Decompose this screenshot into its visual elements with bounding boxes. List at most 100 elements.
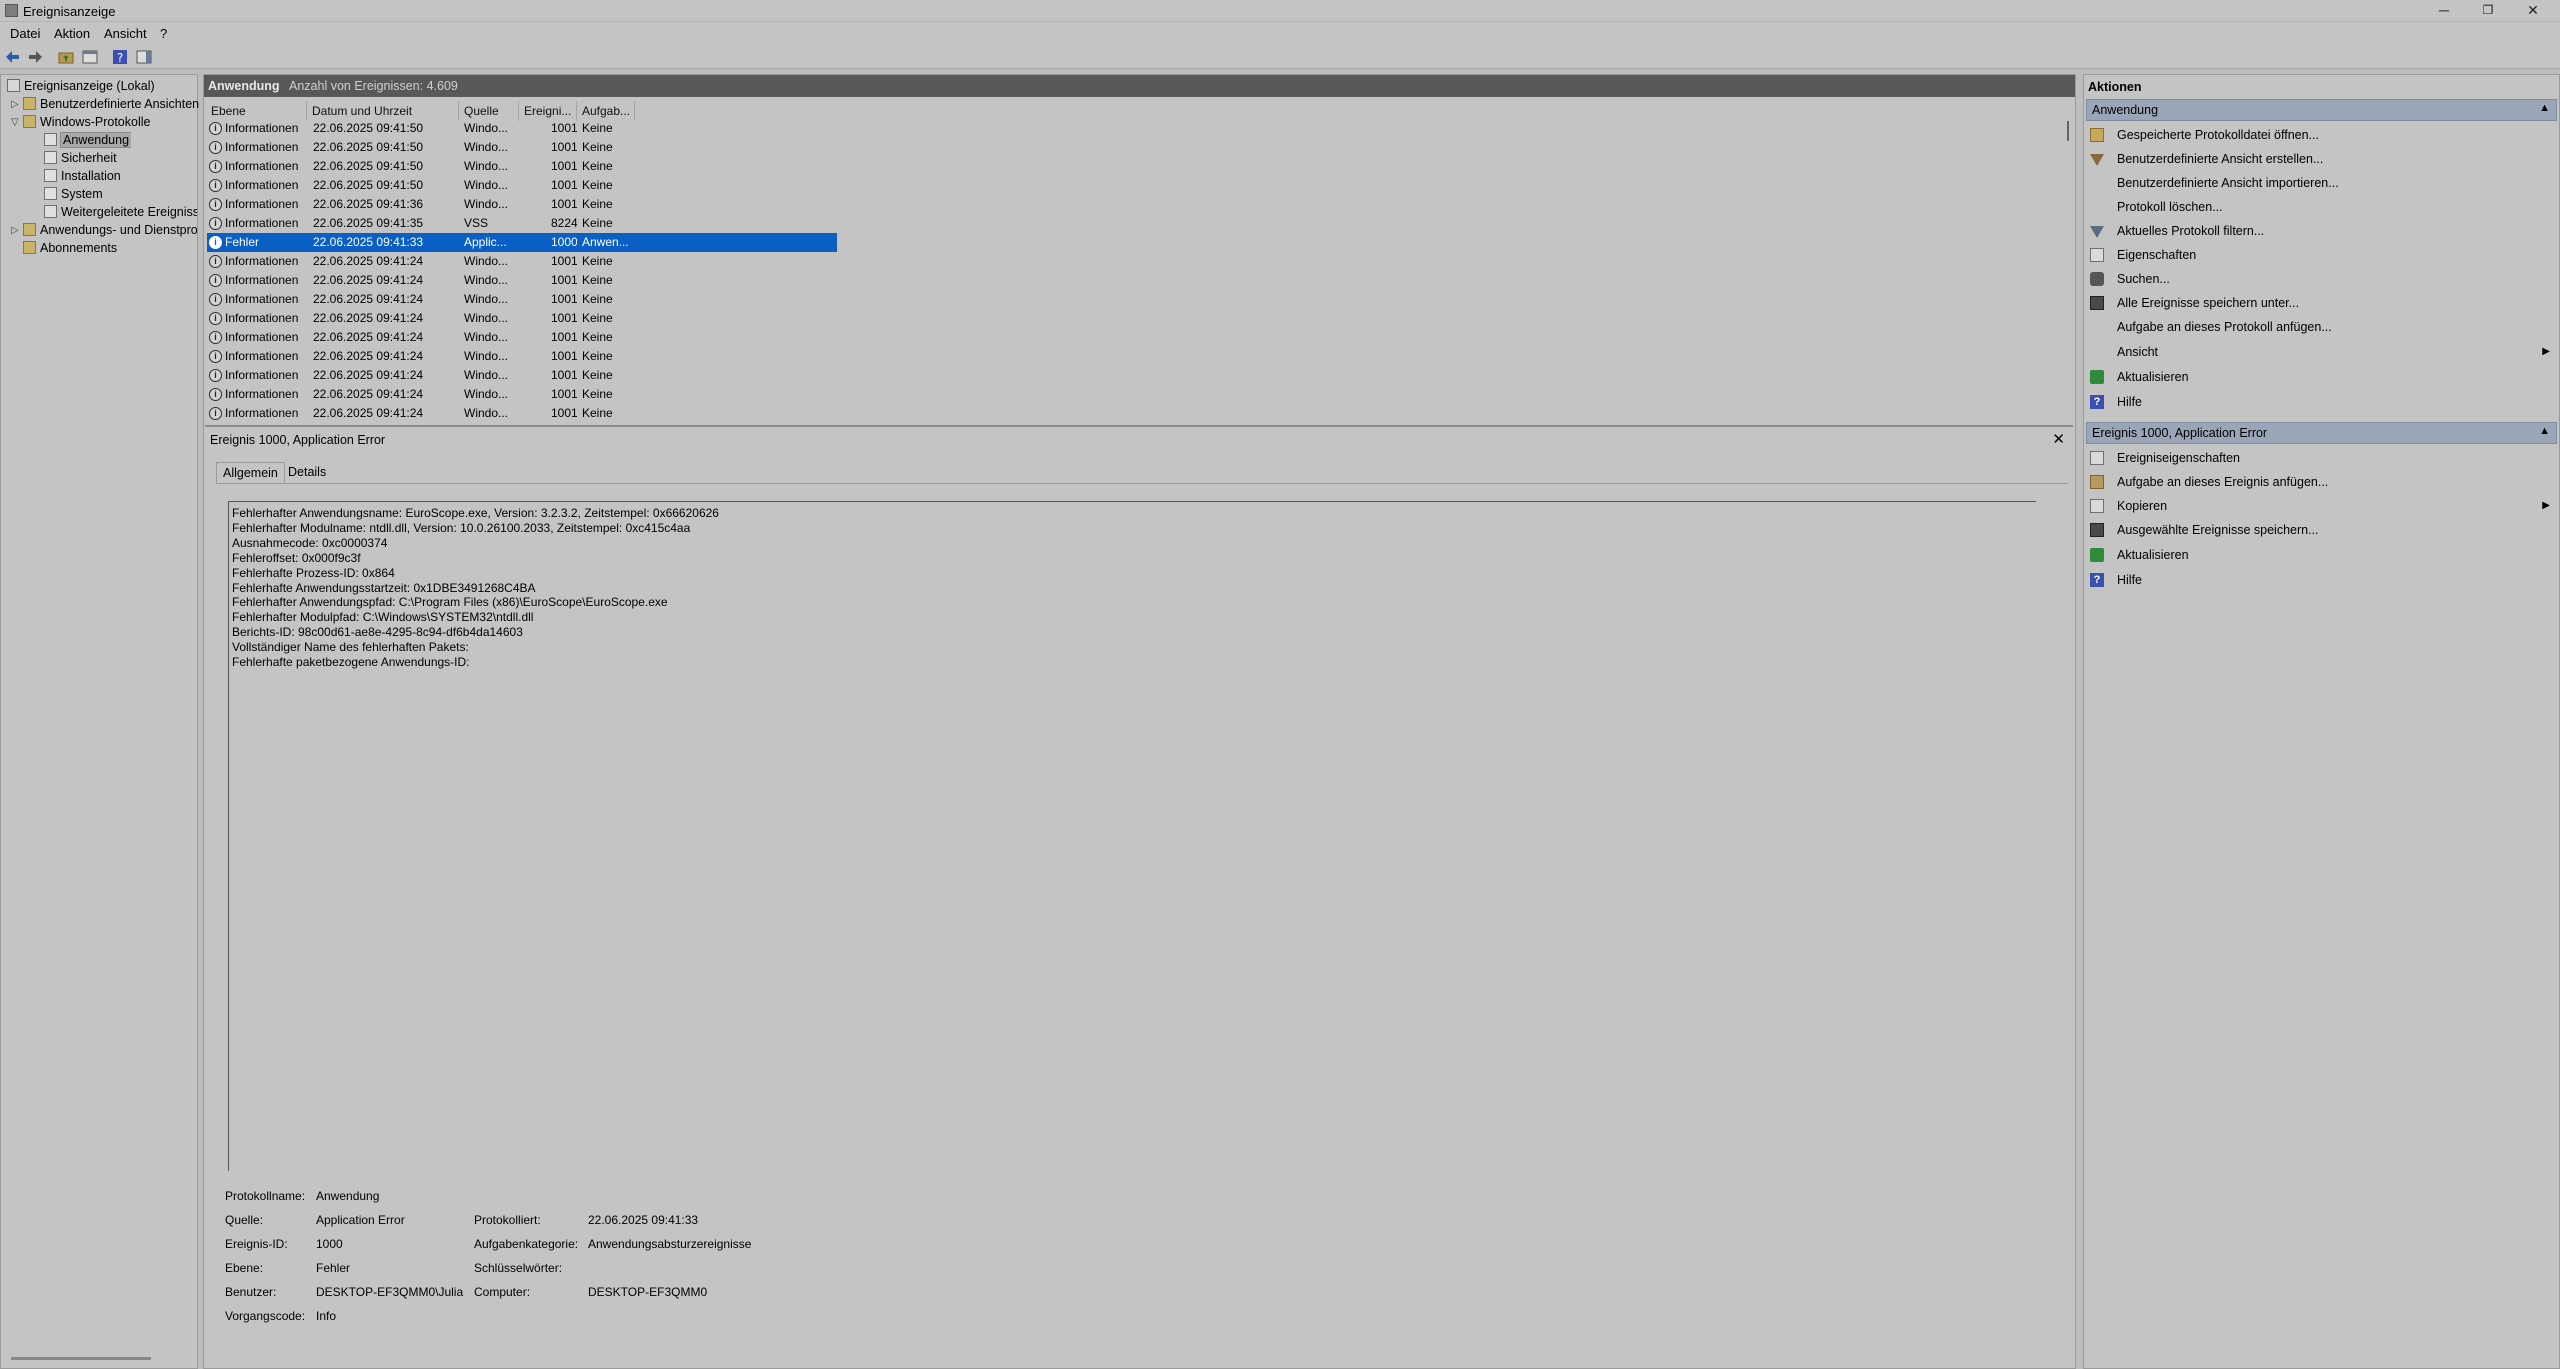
action-filter-current-log[interactable]: Aktuelles Protokoll filtern...: [2088, 221, 2554, 241]
tree-item-sicherheit[interactable]: Sicherheit: [44, 150, 117, 167]
menu-help[interactable]: ?: [160, 26, 167, 41]
forward-arrow-icon[interactable]: [27, 49, 43, 65]
expand-chevron-icon[interactable]: ▷: [11, 99, 19, 110]
action-save-all-events[interactable]: Alle Ereignisse speichern unter...: [2088, 293, 2554, 313]
table-row[interactable]: i Informationen 22.06.2025 09:41:50 Windo..…: [207, 176, 837, 195]
expand-chevron-icon[interactable]: ▷: [11, 225, 19, 236]
cell-date: 22.06.2025 09:41:24: [313, 387, 424, 401]
information-icon: i: [209, 255, 222, 268]
table-row[interactable]: i Informationen 22.06.2025 09:41:24 Windo..…: [207, 271, 837, 290]
cell-source: Windo...: [464, 197, 509, 211]
collapse-caret-icon[interactable]: ▲: [2539, 102, 2550, 114]
table-row[interactable]: i Informationen 22.06.2025 09:41:24 Windo..…: [207, 328, 837, 347]
column-separator[interactable]: [458, 101, 459, 121]
actions-section-event[interactable]: Ereignis 1000, Application Error ▲: [2086, 422, 2557, 444]
column-separator[interactable]: [518, 101, 519, 121]
table-row[interactable]: i Informationen 22.06.2025 09:41:24 Windo..…: [207, 309, 837, 328]
cell-date: 22.06.2025 09:41:24: [313, 330, 424, 344]
tree-item-subscriptions[interactable]: Abonnements: [23, 240, 117, 257]
table-row[interactable]: i Informationen 22.06.2025 09:41:50 Windo..…: [207, 119, 837, 138]
table-row[interactable]: i Informationen 22.06.2025 09:41:24 Windo..…: [207, 347, 837, 366]
tree-item-forwarded-events[interactable]: Weitergeleitete Ereignisse: [44, 204, 197, 221]
menu-datei[interactable]: Datei: [10, 26, 40, 41]
cell-source: Windo...: [464, 140, 509, 154]
action-help[interactable]: ? Hilfe: [2088, 570, 2554, 590]
column-header-task[interactable]: Aufgab...: [582, 104, 630, 118]
table-row[interactable]: i Informationen 22.06.2025 09:41:35 VSS 8224…: [207, 214, 837, 233]
column-separator[interactable]: [576, 101, 577, 121]
tab-allgemein[interactable]: Allgemein: [216, 462, 285, 484]
refresh-icon: [2090, 548, 2104, 562]
maximize-button[interactable]: ❐: [2466, 0, 2510, 22]
column-separator[interactable]: [634, 101, 635, 121]
detail-close-icon[interactable]: ✕: [2052, 430, 2065, 448]
action-event-properties[interactable]: Ereigniseigenschaften: [2088, 448, 2554, 468]
help-icon[interactable]: ?: [112, 49, 128, 65]
table-row[interactable]: i Informationen 22.06.2025 09:41:50 Windo..…: [207, 157, 837, 176]
grid-vertical-scrollbar[interactable]: [2067, 121, 2069, 141]
event-description[interactable]: Fehlerhafter Anwendungsname: EuroScope.e…: [228, 501, 2036, 1171]
action-import-custom-view[interactable]: Benutzerdefinierte Ansicht importieren..…: [2088, 173, 2554, 193]
cell-task: Keine: [582, 330, 613, 344]
action-attach-task-to-log[interactable]: Aufgabe an dieses Protokoll anfügen...: [2088, 317, 2554, 337]
minimize-button[interactable]: ─: [2422, 0, 2466, 22]
up-folder-icon[interactable]: [58, 49, 74, 65]
tree-item-custom-views[interactable]: Benutzerdefinierte Ansichten: [23, 96, 199, 113]
tree-item-system[interactable]: System: [44, 186, 103, 203]
information-icon: i: [209, 369, 222, 382]
table-row[interactable]: i Fehler 22.06.2025 09:41:33 Applic... 1000 A…: [207, 233, 837, 252]
table-row[interactable]: i Informationen 22.06.2025 09:41:24 Windo..…: [207, 290, 837, 309]
column-header-source[interactable]: Quelle: [464, 104, 499, 118]
action-refresh[interactable]: Aktualisieren: [2088, 545, 2554, 565]
action-view-submenu[interactable]: Ansicht ▶: [2088, 342, 2554, 362]
action-clear-log[interactable]: Protokoll löschen...: [2088, 197, 2554, 217]
title-bar: Ereignisanzeige ─ ❐ ✕: [0, 0, 2560, 22]
table-row[interactable]: i Informationen 22.06.2025 09:41:36 Windo..…: [207, 195, 837, 214]
action-create-custom-view[interactable]: Benutzerdefinierte Ansicht erstellen...: [2088, 149, 2554, 169]
tree-item-windows-logs[interactable]: Windows-Protokolle: [23, 114, 150, 131]
table-row[interactable]: i Informationen 22.06.2025 09:41:50 Windo..…: [207, 138, 837, 157]
show-hide-action-pane-icon[interactable]: [136, 49, 152, 65]
cell-task: Keine: [582, 197, 613, 211]
actions-section-anwendung[interactable]: Anwendung ▲: [2086, 99, 2557, 121]
action-help[interactable]: ? Hilfe: [2088, 392, 2554, 412]
tree-item-anwendung[interactable]: Anwendung: [44, 132, 132, 149]
tree-item-app-service-logs[interactable]: Anwendungs- und Dienstprotokolle: [23, 222, 197, 239]
collapse-caret-icon[interactable]: ▲: [2539, 425, 2550, 437]
action-open-saved-log[interactable]: Gespeicherte Protokolldatei öffnen...: [2088, 125, 2554, 145]
menu-aktion[interactable]: Aktion: [54, 26, 90, 41]
cell-source: Windo...: [464, 178, 509, 192]
table-row[interactable]: i Informationen 22.06.2025 09:41:24 Windo..…: [207, 366, 837, 385]
filter-icon: [2090, 154, 2104, 166]
column-header-date[interactable]: Datum und Uhrzeit: [312, 104, 412, 118]
column-header-event-id[interactable]: Ereigni...: [524, 104, 571, 118]
cell-level: Informationen: [225, 311, 299, 325]
action-save-selected-events[interactable]: Ausgewählte Ereignisse speichern...: [2088, 520, 2554, 540]
show-hide-tree-icon[interactable]: [82, 49, 98, 65]
collapse-chevron-icon[interactable]: ▽: [11, 117, 19, 128]
action-find[interactable]: Suchen...: [2088, 269, 2554, 289]
section-title: Anwendung: [2092, 103, 2159, 117]
action-refresh[interactable]: Aktualisieren: [2088, 367, 2554, 387]
cell-date: 22.06.2025 09:41:50: [313, 178, 424, 192]
tree-item-event-viewer-local[interactable]: Ereignisanzeige (Lokal): [7, 78, 155, 95]
detail-header: Ereignis 1000, Application Error ✕: [204, 430, 2075, 450]
cell-id: 1001: [551, 406, 577, 420]
column-separator[interactable]: [306, 101, 307, 121]
action-properties[interactable]: Eigenschaften: [2088, 245, 2554, 265]
close-window-button[interactable]: ✕: [2511, 0, 2555, 22]
action-copy[interactable]: Kopieren ▶: [2088, 496, 2554, 516]
tree-item-installation[interactable]: Installation: [44, 168, 121, 185]
back-arrow-icon[interactable]: [5, 49, 21, 65]
table-row[interactable]: i Informationen 22.06.2025 09:41:24 Windo..…: [207, 252, 837, 271]
action-attach-task-to-event[interactable]: Aufgabe an dieses Ereignis anfügen...: [2088, 472, 2554, 492]
column-header-level[interactable]: Ebene: [211, 104, 246, 118]
tree-horizontal-scrollbar[interactable]: [11, 1357, 151, 1360]
table-row[interactable]: i Informationen 22.06.2025 09:41:24 Windo..…: [207, 385, 837, 404]
level-value: Fehler: [316, 1261, 351, 1275]
menu-ansicht[interactable]: Ansicht: [104, 26, 147, 41]
table-row[interactable]: i Informationen 22.06.2025 09:41:24 Windo..…: [207, 404, 837, 423]
information-icon: i: [209, 122, 222, 135]
tab-details[interactable]: Details: [282, 462, 332, 484]
refresh-icon: [2090, 370, 2104, 384]
